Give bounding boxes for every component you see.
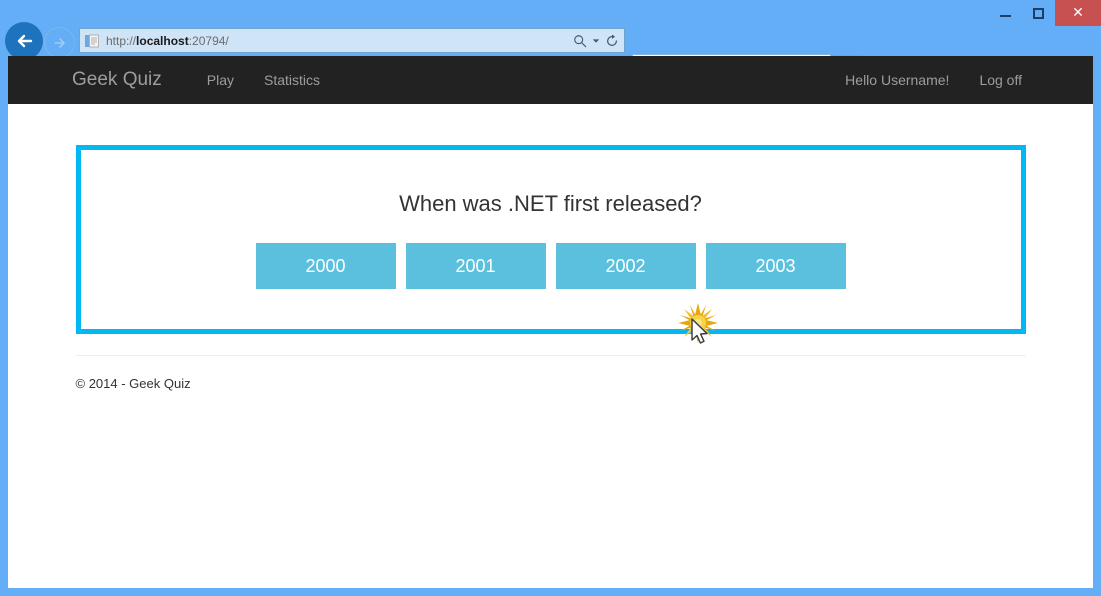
answer-button-2003[interactable]: 2003 bbox=[705, 243, 846, 289]
page-icon bbox=[85, 34, 99, 47]
nav-link-play[interactable]: Play bbox=[192, 72, 249, 88]
question-text: When was .NET first released? bbox=[399, 191, 702, 216]
site-navbar: Geek Quiz Play Statistics Hello Username… bbox=[8, 56, 1093, 104]
answer-list: 2000 2001 2002 2003 bbox=[81, 243, 1021, 289]
answer-button-2000[interactable]: 2000 bbox=[255, 243, 396, 289]
search-icon[interactable] bbox=[573, 34, 587, 48]
address-bar[interactable]: http://localhost:20794/ bbox=[79, 28, 625, 53]
close-icon: ✕ bbox=[1072, 5, 1084, 21]
maximize-button[interactable] bbox=[1022, 0, 1055, 26]
chevron-down-icon[interactable] bbox=[592, 37, 600, 45]
url-text: http://localhost:20794/ bbox=[106, 34, 573, 48]
url-host: localhost bbox=[136, 33, 189, 48]
user-nav: Hello Username! Log off bbox=[830, 72, 1037, 88]
close-window-button[interactable]: ✕ bbox=[1055, 0, 1101, 26]
quiz-panel: When was .NET first released? 2000 2001 … bbox=[75, 145, 1026, 334]
browser-navigation-bar: http://localhost:20794/ bbox=[0, 22, 1101, 80]
primary-nav: Play Statistics bbox=[192, 72, 335, 88]
footer-copyright: © 2014 - Geek Quiz bbox=[75, 376, 191, 391]
browser-titlebar: ✕ bbox=[0, 0, 1101, 26]
log-off-link[interactable]: Log off bbox=[964, 72, 1037, 88]
browser-window: ✕ http://localhost:20794/ Geek Quiz Play… bbox=[0, 0, 1101, 596]
answer-button-2001[interactable]: 2001 bbox=[405, 243, 546, 289]
url-rest: :20794/ bbox=[188, 33, 229, 48]
maximize-icon bbox=[1033, 7, 1044, 19]
browser-forward-button[interactable] bbox=[44, 27, 75, 58]
footer-divider bbox=[75, 355, 1026, 356]
site-brand[interactable]: Geek Quiz bbox=[72, 69, 162, 91]
browser-back-button[interactable] bbox=[5, 22, 43, 60]
minimize-button[interactable] bbox=[989, 0, 1022, 26]
refresh-icon[interactable] bbox=[605, 33, 619, 48]
nav-link-statistics[interactable]: Statistics bbox=[249, 72, 335, 88]
window-controls: ✕ bbox=[989, 0, 1101, 26]
forward-arrow-icon bbox=[53, 37, 65, 48]
page-viewport: Geek Quiz Play Statistics Hello Username… bbox=[8, 56, 1093, 588]
back-arrow-icon bbox=[17, 34, 33, 48]
answer-button-2002[interactable]: 2002 bbox=[555, 243, 696, 289]
user-greeting-link[interactable]: Hello Username! bbox=[830, 72, 964, 88]
url-scheme: http:// bbox=[106, 33, 137, 48]
address-bar-actions bbox=[573, 33, 619, 48]
page-container: When was .NET first released? 2000 2001 … bbox=[75, 145, 1026, 391]
minimize-icon bbox=[1000, 15, 1011, 17]
